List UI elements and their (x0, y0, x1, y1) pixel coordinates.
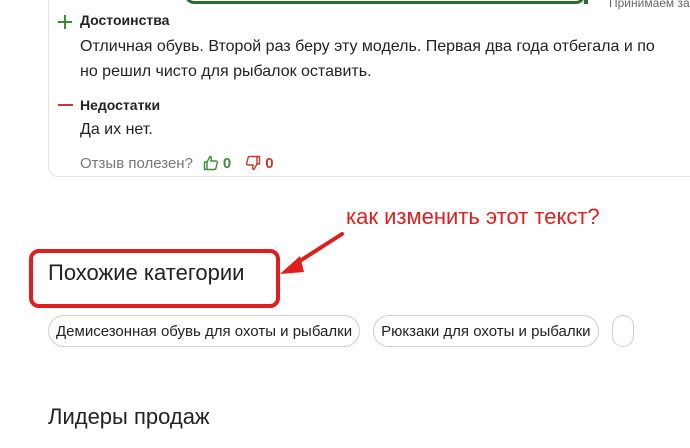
chip-category[interactable]: Демисезонная обувь для охоты и рыбалки (48, 315, 361, 347)
pros-text-line-1: Отличная обувь. Второй раз беру эту моде… (80, 38, 655, 55)
pros-text-line-2: но решил чисто для рыбалок оставить. (80, 63, 372, 80)
dislike-count: 0 (265, 154, 274, 172)
annotation-question: как изменить этот текст? (346, 204, 600, 229)
pros-label: Достоинства (80, 12, 170, 28)
chip-category-cutoff[interactable] (611, 315, 634, 347)
review-helpful-row: Отзыв полезен? 0 0 (80, 153, 274, 173)
cons-label: Недостатки (80, 97, 161, 113)
plus-icon (58, 15, 72, 29)
similar-categories-chips: Демисезонная обувь для охоты и рыбалки Р… (48, 315, 634, 347)
cons-text: Да их нет. (80, 121, 153, 138)
chip-category[interactable]: Рюкзаки для охоты и рыбалки (373, 315, 599, 347)
like-count: 0 (222, 154, 232, 172)
helpful-label: Отзыв полезен? (80, 154, 193, 172)
similar-categories-title: Похожие категории (48, 260, 245, 285)
like-button[interactable]: 0 (203, 155, 231, 172)
annotation-arrow-icon (280, 232, 344, 274)
sales-leaders-title: Лидеры продаж (48, 404, 210, 429)
dislike-button[interactable]: 0 (245, 154, 274, 172)
minus-icon (58, 104, 73, 106)
thumbs-down-icon (246, 155, 261, 171)
thumbs-up-icon (203, 155, 218, 171)
